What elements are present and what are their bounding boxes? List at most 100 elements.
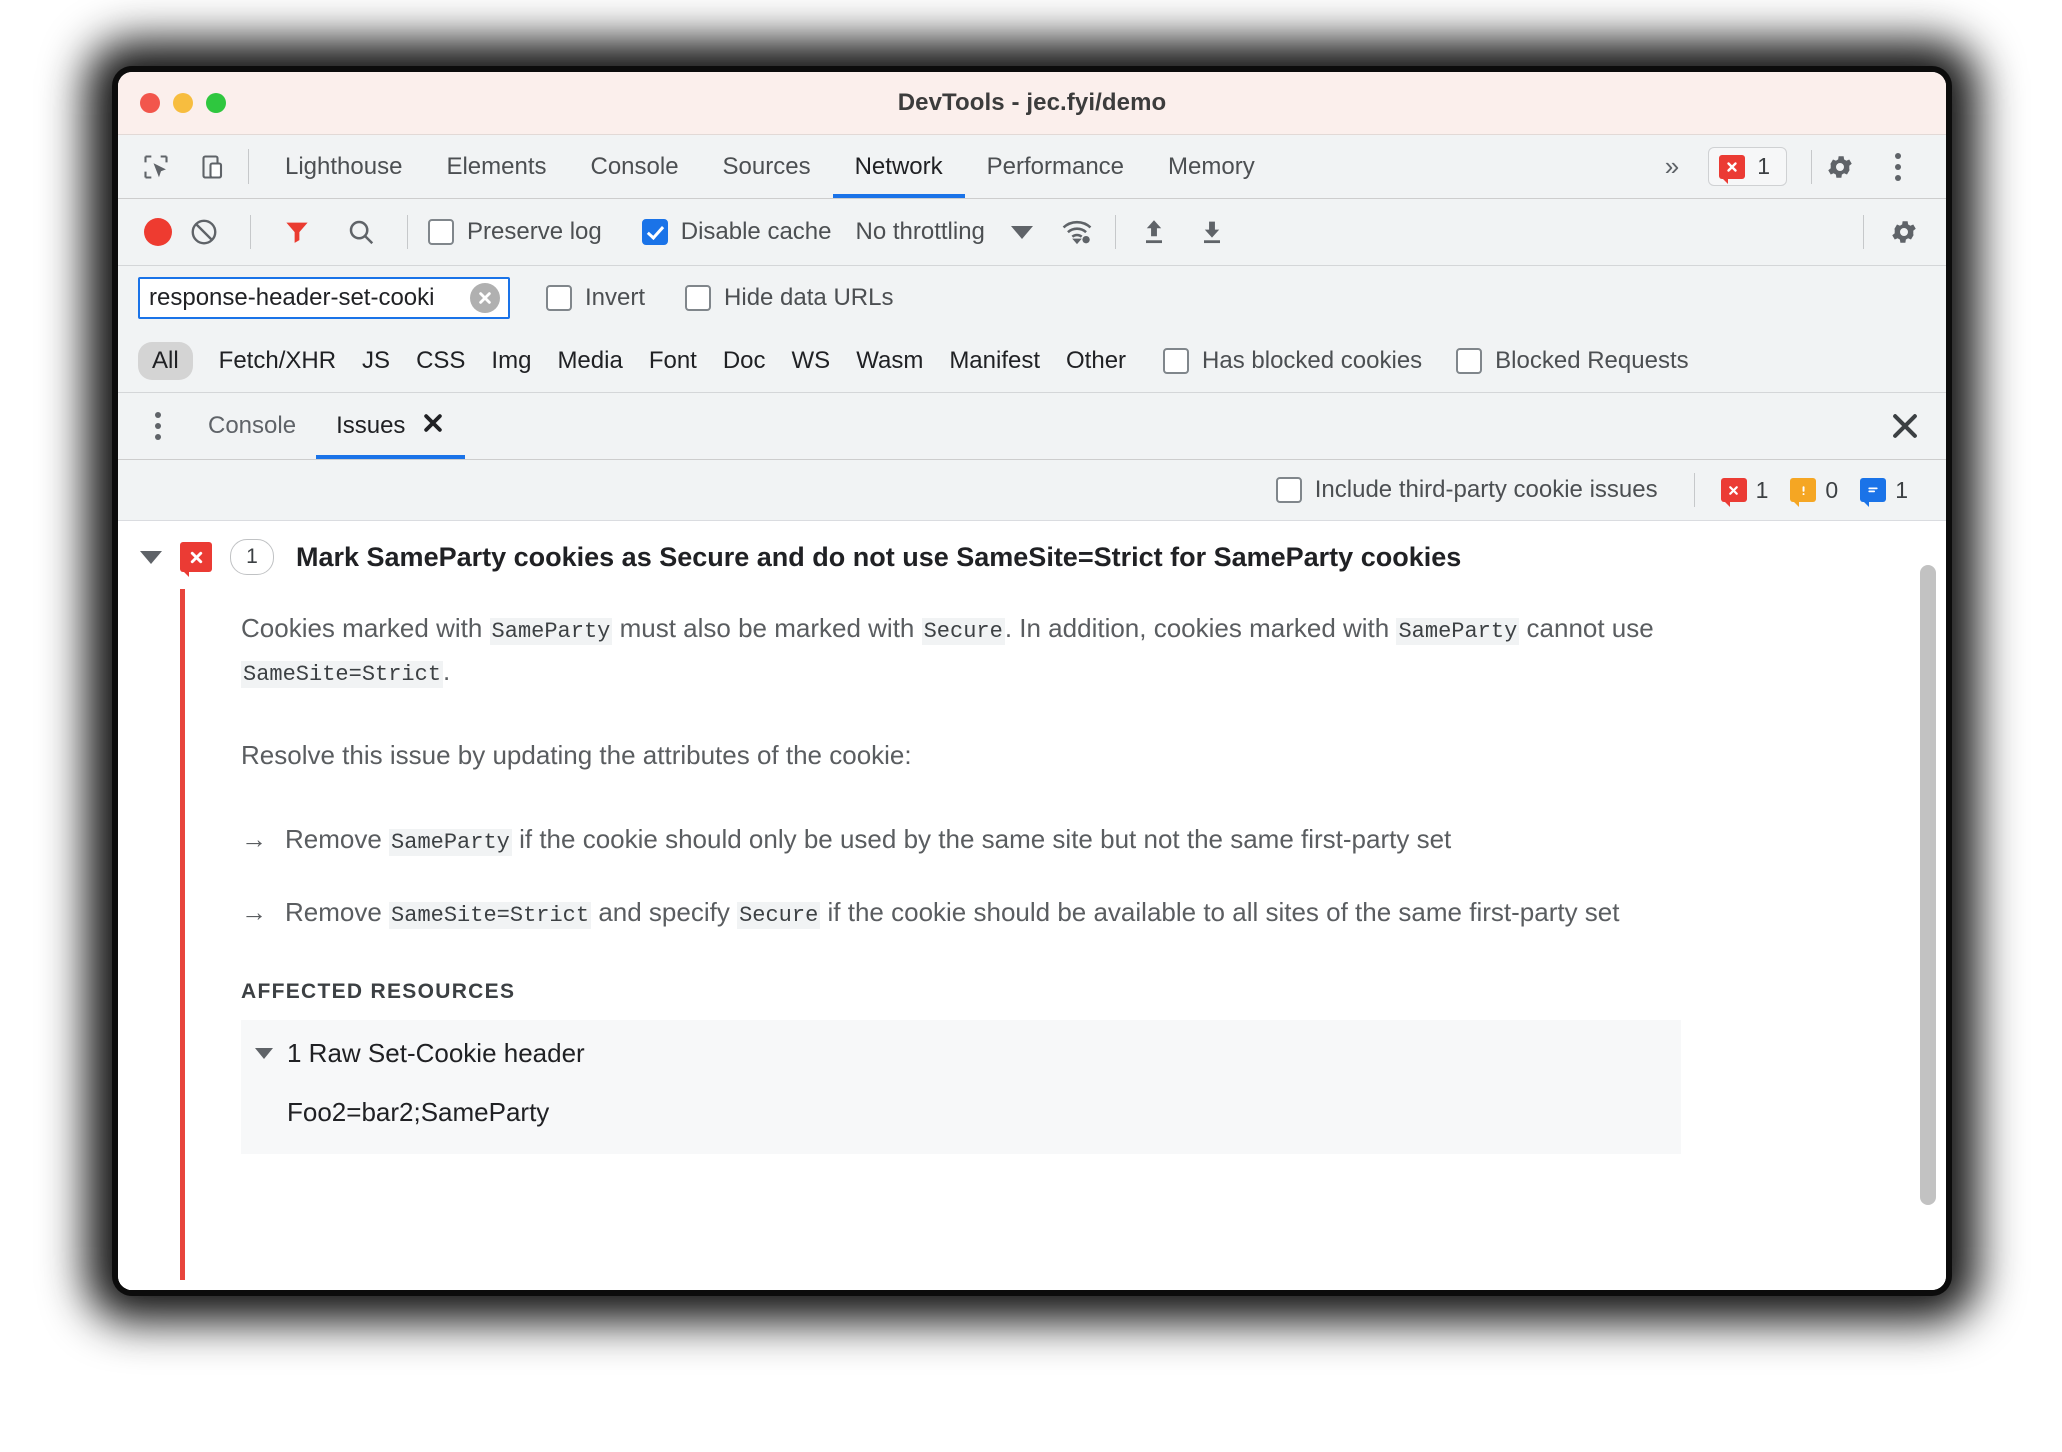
issue-expand-triangle-icon[interactable] — [140, 550, 162, 564]
inspect-icon[interactable] — [138, 149, 174, 185]
invert-box[interactable] — [546, 285, 572, 311]
title-bar: DevTools - jec.fyi/demo — [118, 72, 1946, 135]
affected-header-label: 1 Raw Set-Cookie header — [287, 1037, 585, 1068]
has-blocked-cookies-box[interactable] — [1163, 348, 1190, 374]
type-filter-manifest[interactable]: Manifest — [936, 342, 1053, 380]
issues-scrollbar-thumb[interactable] — [1920, 565, 1936, 1205]
search-icon[interactable] — [343, 214, 379, 250]
tab-bar-left-icons — [118, 135, 248, 198]
invert-checkbox[interactable]: Invert — [546, 284, 645, 312]
upload-icon[interactable] — [1136, 214, 1172, 250]
issue-title: Mark SameParty cookies as Secure and do … — [296, 541, 1462, 572]
bullet2-text-3: if the cookie should be available to all… — [820, 896, 1620, 927]
clear-icon[interactable] — [186, 214, 222, 250]
drawer-tab-issues[interactable]: Issues — [316, 393, 466, 459]
toolbar-divider — [407, 215, 408, 249]
tab-elements[interactable]: Elements — [424, 135, 568, 198]
blocked-requests-checkbox[interactable]: Blocked Requests — [1456, 347, 1689, 375]
device-toolbar-icon[interactable] — [196, 149, 232, 185]
code-samesite-strict-1: SameSite=Strict — [241, 660, 444, 688]
drawer-tab-console[interactable]: Console — [188, 393, 316, 459]
hide-data-urls-box[interactable] — [685, 285, 712, 311]
type-filter-all[interactable]: All — [138, 342, 193, 380]
affected-resources-header[interactable]: 1 Raw Set-Cookie header — [255, 1038, 1681, 1069]
tab-lighthouse[interactable]: Lighthouse — [263, 135, 424, 198]
type-filter-img[interactable]: Img — [478, 342, 544, 380]
drawer-tab-bar: Console Issues — [118, 393, 1946, 460]
tab-memory[interactable]: Memory — [1146, 135, 1277, 198]
tab-performance[interactable]: Performance — [965, 135, 1146, 198]
code-sameparty-3: SameParty — [389, 829, 512, 857]
devtools-window: DevTools - jec.fyi/demo Lighthouse Eleme… — [118, 72, 1946, 1290]
arrow-marker-icon: → — [241, 896, 267, 927]
main-tab-bar: Lighthouse Elements Console Sources Netw… — [118, 135, 1946, 199]
tab-label: Performance — [986, 152, 1125, 180]
tab-network[interactable]: Network — [832, 135, 965, 198]
code-secure-2: Secure — [737, 901, 821, 929]
error-counter[interactable]: 1 — [1720, 476, 1769, 507]
record-button[interactable] — [144, 218, 172, 246]
info-bubble-icon — [1860, 478, 1887, 507]
tab-sources[interactable]: Sources — [701, 135, 833, 198]
drawer-tab-label: Console — [208, 412, 297, 439]
type-filter-fetch-xhr[interactable]: Fetch/XHR — [206, 342, 349, 380]
warning-counter[interactable]: 0 — [1790, 476, 1839, 507]
preserve-log-checkbox[interactable]: Preserve log — [428, 218, 602, 246]
wifi-settings-icon[interactable] — [1059, 214, 1095, 250]
chevron-down-icon[interactable] — [1010, 225, 1033, 239]
hide-data-urls-checkbox[interactable]: Hide data URLs — [685, 284, 893, 312]
affected-expand-triangle-icon[interactable] — [255, 1047, 273, 1059]
filter-input[interactable]: response-header-set-cooki — [138, 277, 510, 319]
tab-label: Network — [854, 152, 943, 180]
bullet1-text-1: Remove — [285, 824, 390, 855]
disable-cache-box[interactable] — [641, 219, 668, 245]
issue-error-icon — [180, 542, 212, 577]
error-count-value: 1 — [1757, 153, 1770, 179]
include-third-party-box[interactable] — [1275, 477, 1302, 503]
type-filter-doc[interactable]: Doc — [710, 342, 779, 380]
blocked-requests-box[interactable] — [1456, 348, 1483, 374]
drawer-tab-label: Issues — [336, 412, 406, 439]
download-icon[interactable] — [1194, 214, 1230, 250]
preserve-log-box[interactable] — [428, 219, 454, 245]
disable-cache-checkbox[interactable]: Disable cache — [641, 218, 831, 246]
drawer-more-options-icon[interactable] — [118, 393, 188, 459]
network-settings-gear-icon[interactable] — [1886, 214, 1922, 250]
warning-counter-value: 0 — [1825, 476, 1839, 503]
code-secure-1: Secure — [921, 618, 1005, 645]
error-bubble-icon — [1720, 478, 1747, 507]
issue-header-row[interactable]: 1 Mark SameParty cookies as Secure and d… — [118, 521, 1946, 589]
panel-tabs: Lighthouse Elements Console Sources Netw… — [263, 135, 1277, 198]
throttling-select-value[interactable]: No throttling — [855, 218, 984, 246]
affected-resources-panel: 1 Raw Set-Cookie header Foo2=bar2;SamePa… — [241, 1019, 1681, 1154]
code-sameparty-1: SameParty — [489, 618, 613, 645]
type-filter-js[interactable]: JS — [349, 342, 403, 380]
info-counter[interactable]: 1 — [1860, 476, 1908, 507]
tab-label: Console — [590, 152, 679, 180]
type-filter-ws[interactable]: WS — [779, 342, 844, 380]
type-filter-other[interactable]: Other — [1053, 342, 1139, 380]
error-counter-value: 1 — [1755, 476, 1769, 503]
tab-label: Lighthouse — [285, 152, 403, 180]
type-filter-media[interactable]: Media — [544, 342, 635, 380]
code-sameparty-2: SameParty — [1396, 618, 1520, 645]
affected-resources-label: AFFECTED RESOURCES — [241, 979, 516, 1003]
include-third-party-checkbox[interactable]: Include third-party cookie issues — [1275, 476, 1658, 504]
affected-resource-value: Foo2=bar2;SameParty — [287, 1096, 550, 1127]
clear-filter-icon[interactable] — [470, 283, 500, 313]
type-filter-wasm[interactable]: Wasm — [843, 342, 936, 380]
close-issues-tab-icon[interactable] — [421, 411, 445, 442]
filter-icon[interactable] — [279, 214, 315, 250]
error-count-badge[interactable]: 1 — [1708, 147, 1787, 186]
tab-label: Sources — [722, 152, 811, 180]
tab-console[interactable]: Console — [568, 135, 700, 198]
more-options-icon[interactable] — [1858, 152, 1928, 181]
type-filter-font[interactable]: Font — [636, 342, 710, 380]
type-filter-css[interactable]: CSS — [403, 342, 478, 380]
settings-gear-icon[interactable] — [1822, 149, 1858, 185]
info-counter-value: 1 — [1895, 476, 1908, 503]
close-drawer-icon[interactable] — [1864, 393, 1946, 459]
more-tabs-chevron-icon[interactable]: » — [1647, 151, 1694, 182]
has-blocked-cookies-checkbox[interactable]: Has blocked cookies — [1163, 347, 1422, 375]
body-bottom-edge — [118, 1280, 1946, 1290]
